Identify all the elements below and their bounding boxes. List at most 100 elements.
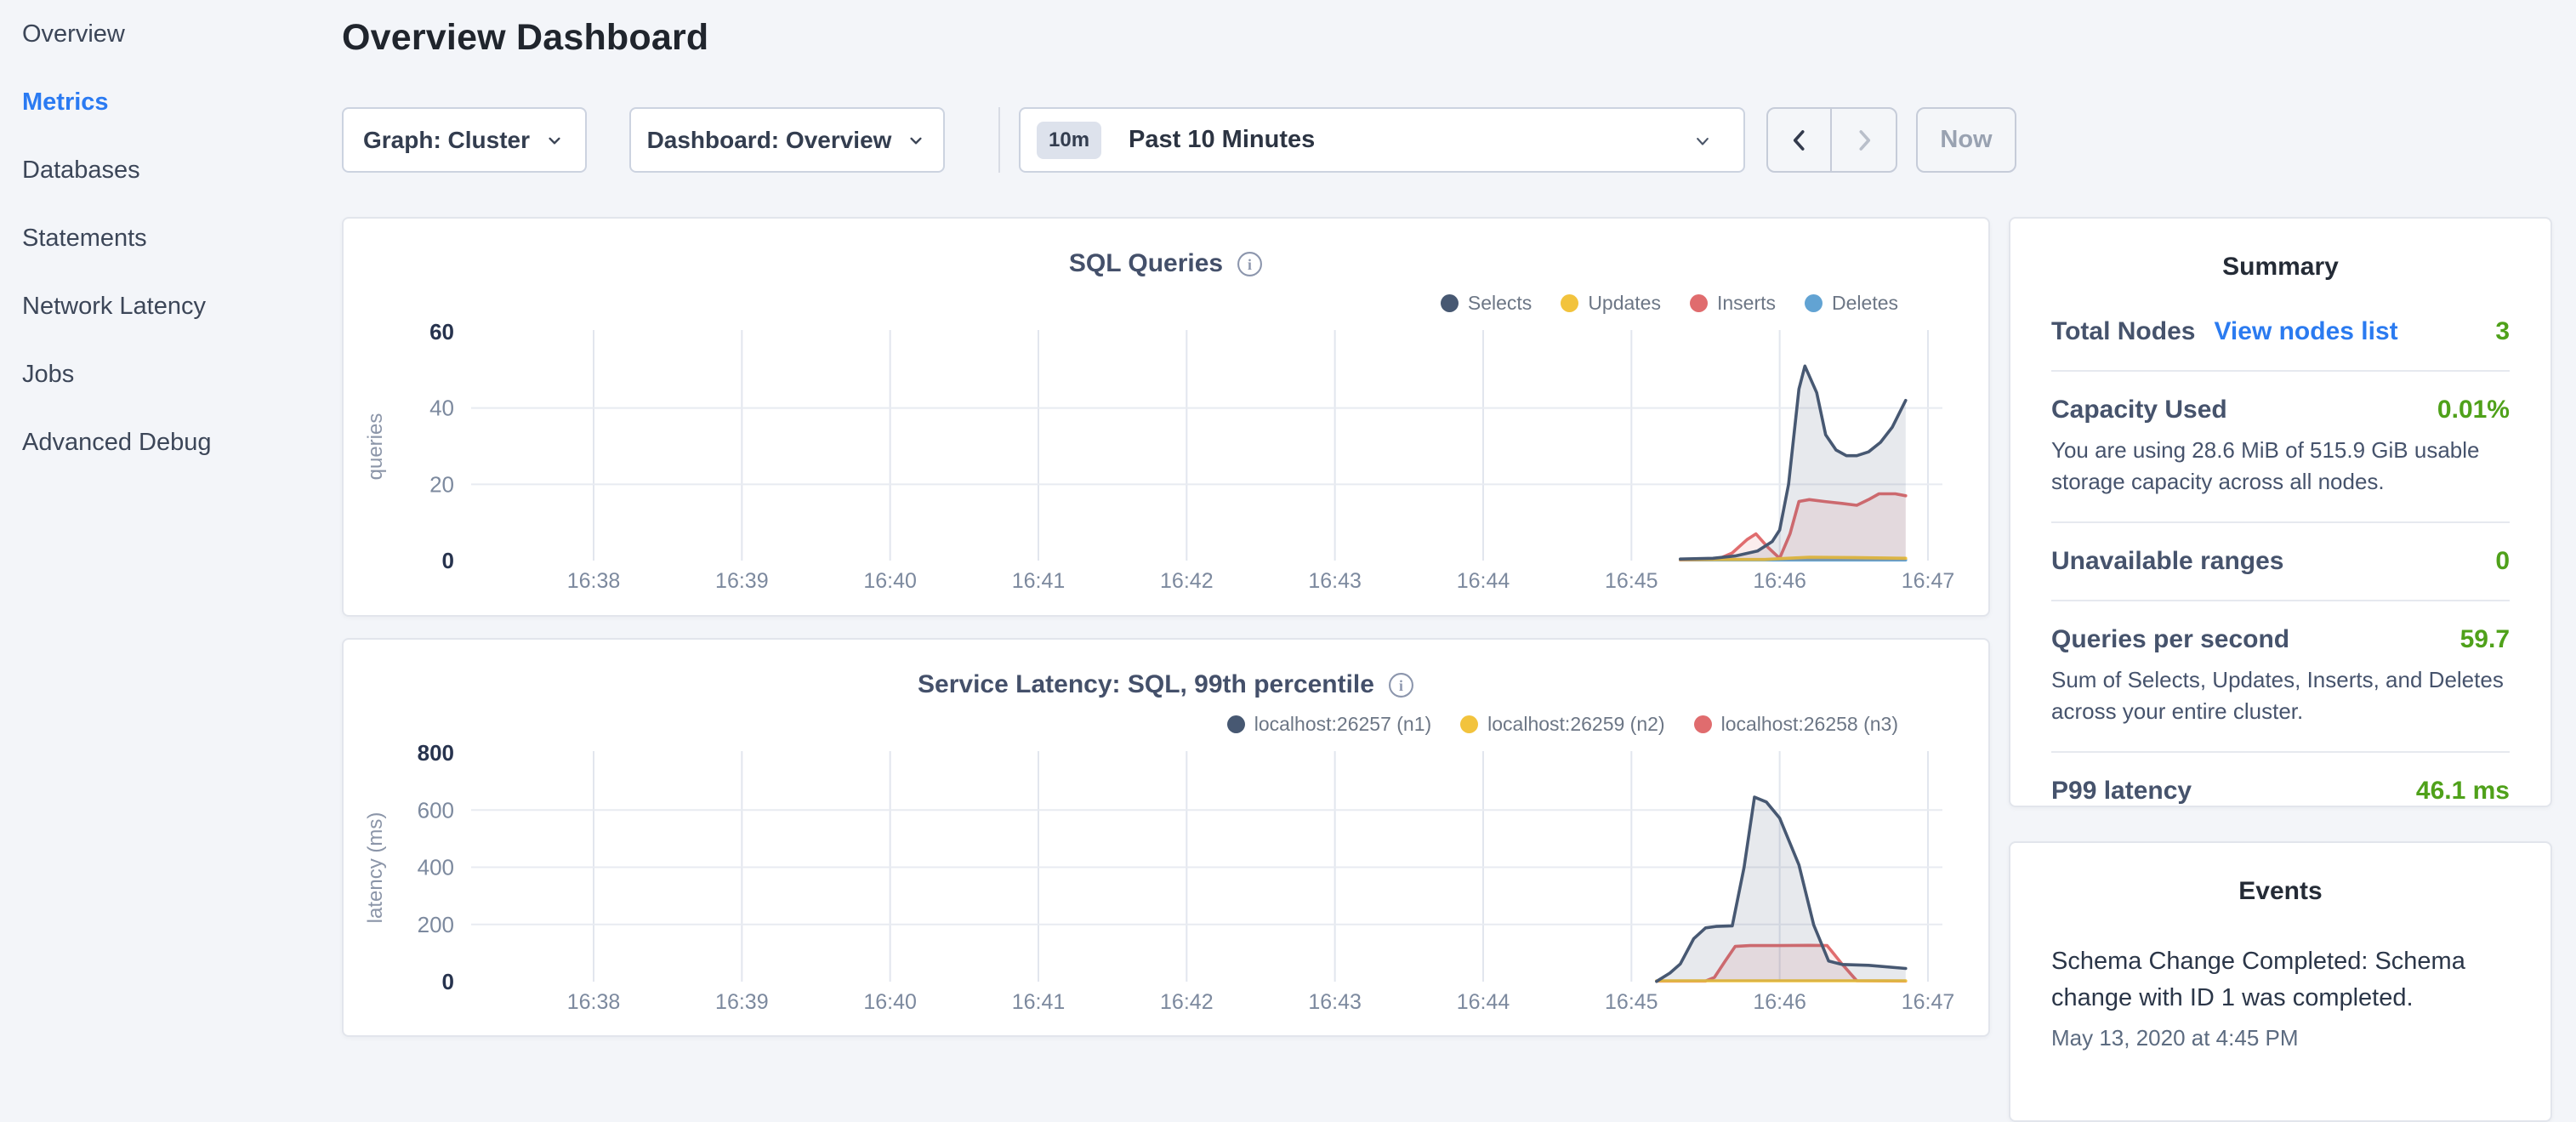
chevron-down-icon [543, 129, 566, 151]
y-tick-label: 200 [418, 912, 454, 937]
y-tick-label: 800 [418, 742, 454, 766]
legend-item: Selects [1441, 292, 1532, 315]
summary-row-label: Capacity Used [2051, 396, 2227, 424]
legend-item: localhost:26257 (n1) [1227, 713, 1431, 736]
service-latency-chart-card: Service Latency: SQL, 99th percentile i … [342, 638, 1990, 1037]
x-tick-label: 16:40 [863, 990, 917, 1014]
x-tick-label: 16:42 [1160, 569, 1214, 593]
legend-item: localhost:26258 (n3) [1694, 713, 1898, 736]
summary-row-queries-per-second: Queries per second 59.7 Sum of Selects, … [2051, 600, 2510, 751]
page-title: Overview Dashboard [342, 17, 708, 59]
legend-label: Inserts [1717, 292, 1776, 315]
sidebar-item-databases[interactable]: Databases [0, 136, 342, 204]
legend-dot-icon [1227, 715, 1245, 733]
sidebar-item-metrics[interactable]: Metrics [0, 68, 342, 136]
legend-label: Deletes [1832, 292, 1898, 315]
time-range-badge: 10m [1037, 122, 1101, 159]
x-tick-label: 16:47 [1902, 569, 1955, 593]
time-window-next-button[interactable] [1832, 109, 1896, 171]
controls-divider [998, 107, 1000, 173]
now-button-label: Now [1940, 126, 1992, 154]
summary-row-value: 3 [2495, 317, 2510, 346]
x-tick-label: 16:40 [863, 569, 917, 593]
main-content: Overview Dashboard Graph: Cluster Dashbo… [342, 0, 1990, 1051]
time-window-prev-button[interactable] [1768, 109, 1832, 171]
sidebar-item-overview[interactable]: Overview [0, 0, 342, 68]
x-tick-label: 16:41 [1012, 990, 1066, 1014]
y-tick-label: 20 [429, 471, 454, 497]
x-tick-label: 16:39 [715, 990, 769, 1014]
time-window-arrows [1766, 107, 1897, 173]
y-tick-label: 60 [429, 321, 454, 345]
info-icon[interactable]: i [1388, 672, 1414, 698]
events-card: Events Schema Change Completed: Schema c… [2009, 841, 2552, 1122]
sidebar-nav: Overview Metrics Databases Statements Ne… [0, 0, 342, 1051]
summary-row-value: 46.1 ms [2416, 777, 2510, 806]
events-heading: Events [2010, 843, 2550, 906]
dashboard-dropdown[interactable]: Dashboard: Overview [629, 107, 945, 173]
y-axis-label: queries [364, 413, 387, 481]
legend-dot-icon [1690, 294, 1708, 312]
x-tick-label: 16:46 [1753, 569, 1806, 593]
legend-dot-icon [1460, 715, 1478, 733]
time-range-dropdown[interactable]: 10m Past 10 Minutes [1019, 107, 1745, 173]
chevron-down-icon [905, 129, 927, 151]
svg-text:i: i [1248, 256, 1252, 273]
sql-queries-plot[interactable]: 16:3816:3916:4016:4116:4216:4316:4416:45… [344, 321, 1992, 618]
x-tick-label: 16:38 [567, 569, 621, 593]
legend-item: Inserts [1690, 292, 1776, 315]
series-area [1680, 366, 1906, 561]
legend-dot-icon [1441, 294, 1459, 312]
legend-item: Deletes [1805, 292, 1898, 315]
legend-dot-icon [1805, 294, 1823, 312]
chart-legend: Selects Updates Inserts Deletes [1441, 292, 1898, 315]
sidebar-item-network-latency[interactable]: Network Latency [0, 272, 342, 340]
y-tick-label: 400 [418, 855, 454, 880]
x-tick-label: 16:44 [1457, 569, 1510, 593]
legend-label: Selects [1468, 292, 1532, 315]
legend-label: localhost:26258 (n3) [1721, 713, 1898, 736]
service-latency-plot[interactable]: 16:3816:3916:4016:4116:4216:4316:4416:45… [344, 742, 1992, 1039]
event-text: Schema Change Completed: Schema change w… [2051, 943, 2510, 1017]
summary-row-note: You are using 28.6 MiB of 515.9 GiB usab… [2051, 435, 2510, 498]
x-tick-label: 16:43 [1308, 990, 1362, 1014]
x-tick-label: 16:42 [1160, 990, 1214, 1014]
view-nodes-list-link[interactable]: View nodes list [2214, 317, 2397, 346]
summary-row-capacity-used: Capacity Used 0.01% You are using 28.6 M… [2051, 370, 2510, 521]
x-tick-label: 16:45 [1605, 990, 1658, 1014]
legend-item: Updates [1561, 292, 1661, 315]
sidebar-item-advanced-debug[interactable]: Advanced Debug [0, 408, 342, 476]
now-button[interactable]: Now [1916, 107, 2016, 173]
legend-label: Updates [1588, 292, 1661, 315]
chevron-right-icon [1851, 126, 1877, 155]
summary-row-value: 0.01% [2437, 396, 2510, 424]
chart-title: SQL Queries [1069, 249, 1223, 278]
y-tick-label: 0 [442, 969, 454, 994]
sidebar-item-statements[interactable]: Statements [0, 204, 342, 272]
chart-legend: localhost:26257 (n1) localhost:26259 (n2)… [1227, 713, 1898, 736]
sql-queries-chart-card: SQL Queries i Selects Updates Inserts Delet… [342, 217, 1990, 617]
event-item[interactable]: Schema Change Completed: Schema change w… [2010, 906, 2550, 1051]
graph-scope-dropdown[interactable]: Graph: Cluster [342, 107, 587, 173]
chevron-down-icon [1691, 129, 1714, 153]
summary-row-value: 0 [2495, 547, 2510, 576]
svg-text:i: i [1399, 677, 1403, 694]
summary-heading: Summary [2010, 219, 2550, 282]
summary-row-value: 59.7 [2460, 625, 2510, 654]
info-icon[interactable]: i [1237, 251, 1263, 277]
summary-row-label: Queries per second [2051, 625, 2289, 654]
summary-card: Summary Total Nodes View nodes list 3 Ca… [2009, 217, 2552, 807]
x-tick-label: 16:45 [1605, 569, 1658, 593]
x-tick-label: 16:47 [1902, 990, 1955, 1014]
graph-scope-dropdown-label: Graph: Cluster [363, 127, 530, 154]
y-tick-label: 600 [418, 797, 454, 823]
legend-label: localhost:26259 (n2) [1487, 713, 1664, 736]
x-tick-label: 16:46 [1753, 990, 1806, 1014]
summary-row-note: Sum of Selects, Updates, Inserts, and De… [2051, 664, 2510, 727]
summary-row-label: Total Nodes [2051, 317, 2195, 346]
sidebar-item-jobs[interactable]: Jobs [0, 340, 342, 408]
time-range-label: Past 10 Minutes [1129, 126, 1315, 154]
summary-row-label: P99 latency [2051, 777, 2192, 806]
x-tick-label: 16:43 [1308, 569, 1362, 593]
y-tick-label: 40 [429, 396, 454, 421]
